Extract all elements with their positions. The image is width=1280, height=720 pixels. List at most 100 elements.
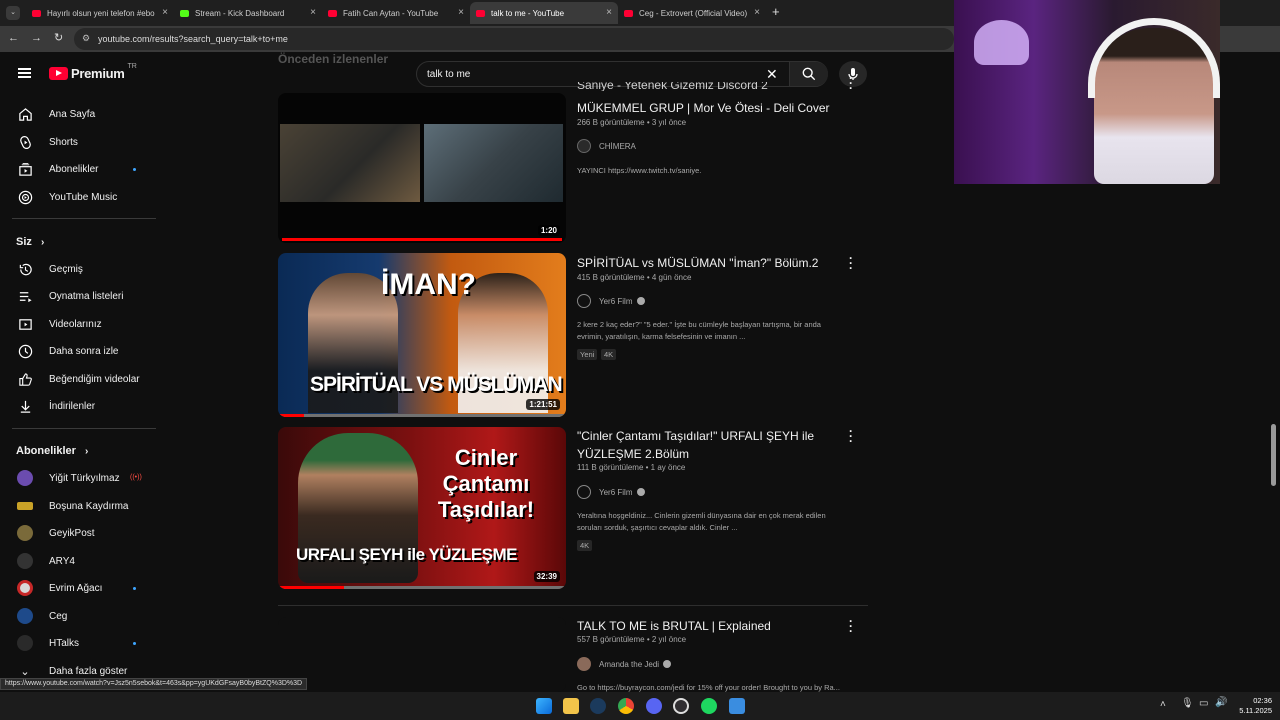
more-options-icon[interactable]: · · · (845, 615, 857, 637)
video-thumbnail[interactable]: İMAN? SPİRİTÜAL VS MÜSLÜMAN 2 1:21:51 (278, 253, 566, 417)
channel-link[interactable]: Yer6 Film (577, 485, 645, 499)
tray-chevron-icon[interactable]: ˄ (1160, 699, 1166, 710)
start-icon[interactable] (536, 698, 552, 714)
video-thumbnail[interactable] (278, 617, 566, 692)
sidebar-item-playlists[interactable]: Oynatma listeleri (0, 283, 160, 309)
video-title[interactable]: MÜKEMMEL GRUP | Mor Ve Ötesi - Deli Cove… (577, 99, 847, 117)
channel-link[interactable]: CHİMERA (577, 139, 636, 153)
sidebar-item-history[interactable]: Geçmiş (0, 256, 160, 282)
browser-tab[interactable]: Stream - Kick Dashboard × (174, 2, 322, 24)
sidebar-subscription[interactable]: HTalks (0, 630, 160, 656)
more-options-icon[interactable]: · · · (845, 252, 857, 274)
video-title-partial[interactable]: Saniye - Yetenek Gizemiz Discord 2 (577, 82, 837, 91)
browser-tab-active[interactable]: talk to me - YouTube × (470, 2, 618, 24)
file-explorer-icon[interactable] (563, 698, 579, 714)
close-tab-icon[interactable]: × (310, 7, 316, 18)
sidebar-divider (12, 218, 156, 219)
sidebar-subscription[interactable]: Evrim Ağacı (0, 575, 160, 601)
channel-avatar (17, 608, 33, 624)
forward-icon[interactable]: → (31, 32, 42, 44)
reload-icon[interactable]: ↻ (54, 31, 63, 44)
verified-icon (636, 297, 645, 305)
live-indicator-icon: ((•)) (130, 474, 142, 481)
subscriptions-icon (17, 161, 33, 177)
sidebar-subscription[interactable]: GeyikPost (0, 520, 160, 546)
video-meta: 111 B görüntüleme • 1 ay önce (577, 463, 686, 472)
close-tab-icon[interactable]: × (162, 7, 168, 18)
channel-avatar (17, 635, 33, 651)
results-divider (278, 605, 868, 606)
close-tab-icon[interactable]: × (606, 7, 612, 18)
browser-tab[interactable]: Hayırlı olsun yeni telefon #ebo × (26, 2, 174, 24)
spotify-icon[interactable] (701, 698, 717, 714)
browser-tab[interactable]: Fatih Can Aytan - YouTube × (322, 2, 470, 24)
back-icon[interactable]: ← (8, 32, 19, 44)
chrome-icon[interactable] (618, 698, 634, 714)
channel-avatar (577, 294, 591, 308)
video-thumbnail[interactable]: Cinler Çantamı Taşıdılar! URFALI ŞEYH il… (278, 427, 566, 589)
sidebar-item-your-videos[interactable]: Videolarınız (0, 311, 160, 337)
close-tab-icon[interactable]: × (458, 7, 464, 18)
section-you-title[interactable]: Siz › (16, 236, 44, 248)
video-title[interactable]: TALK TO ME is BRUTAL | Explained (577, 617, 837, 635)
watch-progress-bar (278, 414, 304, 417)
youtube-favicon-icon (476, 9, 485, 17)
video-thumbnail[interactable]: 1:20 (278, 93, 566, 243)
tray-volume-icon[interactable]: 🔊 (1215, 697, 1227, 708)
headphones-shape (1088, 18, 1220, 98)
page-scrollbar[interactable] (1271, 424, 1276, 486)
sidebar-item-liked-videos[interactable]: Beğendiğim videolar (0, 366, 160, 392)
video-description: 2 kere 2 kaç eder?" "5 eder." İşte bu cü… (577, 320, 821, 341)
playlists-icon (17, 288, 33, 304)
site-info-icon[interactable]: ⚙ (82, 33, 90, 44)
menu-icon[interactable] (18, 68, 31, 78)
channel-link[interactable]: Yer6 Film (577, 294, 645, 308)
thumbnail-frame-left (280, 124, 420, 202)
address-bar[interactable]: ⚙ youtube.com/results?search_query=talk+… (74, 28, 954, 50)
channel-link[interactable]: Amanda the Jedi (577, 657, 672, 671)
more-options-icon[interactable]: · · · (845, 425, 857, 447)
channel-avatar (17, 470, 33, 486)
browser-tab[interactable]: Ceg - Extrovert (Official Video) × (618, 2, 766, 24)
more-options-icon[interactable]: · · · (845, 72, 857, 94)
history-icon (17, 261, 33, 277)
section-label: Önceden izlenenler (278, 52, 389, 66)
thumbnail-headline: Cinler Çantamı Taşıdılar! (437, 445, 535, 522)
link-status-bar: https://www.youtube.com/watch?v=Jsz5n5se… (0, 678, 308, 690)
video-title[interactable]: "Cinler Çantamı Taşıdılar!" URFALI ŞEYH … (577, 427, 827, 463)
sidebar-item-subscriptions[interactable]: Abonelikler (0, 156, 160, 182)
youtube-logo[interactable]: Premium TR (49, 63, 137, 81)
badge-4k: 4K (601, 349, 617, 360)
sidebar-subscription[interactable]: Yiğit Türkyılmaz ((•)) (0, 465, 160, 491)
close-tab-icon[interactable]: × (754, 7, 760, 18)
sidebar-item-shorts[interactable]: Shorts (0, 129, 160, 155)
photos-icon[interactable] (729, 698, 745, 714)
video-title[interactable]: SPİRİTÜAL vs MÜSLÜMAN "İman?" Bölüm.2 (577, 254, 837, 272)
sidebar-subscription[interactable]: ARY4 (0, 548, 160, 574)
new-tab-button[interactable]: + (772, 4, 780, 19)
sidebar-subscription[interactable]: Ceg (0, 603, 160, 629)
watch-progress-bar (282, 238, 562, 241)
sidebar-subscription[interactable]: Boşuna Kaydırma (0, 493, 160, 519)
clear-search-icon[interactable]: ✕ (766, 66, 778, 82)
channel-avatar (577, 485, 591, 499)
sidebar-item-downloads[interactable]: İndirilenler (0, 393, 160, 419)
sidebar-item-youtube-music[interactable]: YouTube Music (0, 184, 160, 210)
tray-microphone-icon[interactable]: 🎙 (1181, 698, 1194, 709)
video-meta: 557 B görüntüleme • 2 yıl önce (577, 635, 687, 644)
like-icon (17, 371, 33, 387)
steam-icon[interactable] (590, 698, 606, 714)
taskbar-clock[interactable]: 02:36 5.11.2025 (1236, 696, 1272, 716)
video-description: Yeraltına hoşgeldiniz... Cinlerin gizeml… (577, 511, 826, 532)
verified-icon (636, 488, 645, 496)
section-subscriptions-title[interactable]: Abonelikler › (16, 445, 88, 457)
sidebar-item-home[interactable]: Ana Sayfa (0, 101, 160, 127)
obs-icon[interactable] (673, 698, 689, 714)
sidebar-item-watch-later[interactable]: Daha sonra izle (0, 338, 160, 364)
search-input[interactable] (427, 66, 757, 82)
discord-icon[interactable] (646, 698, 662, 714)
channel-avatar (577, 139, 591, 153)
tab-list-dropdown[interactable]: ⌄ (6, 6, 20, 20)
tray-network-icon[interactable]: ▭ (1199, 698, 1208, 709)
download-icon (17, 398, 33, 414)
